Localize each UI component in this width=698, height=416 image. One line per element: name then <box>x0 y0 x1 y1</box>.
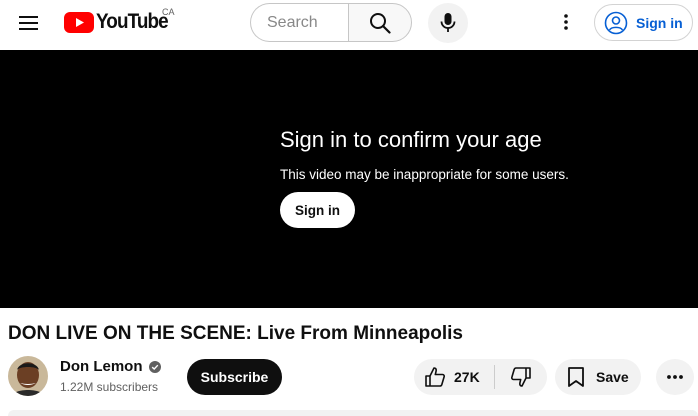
channel-name-text: Don Lemon <box>60 358 143 375</box>
description-box[interactable] <box>8 410 698 416</box>
more-actions-button[interactable] <box>656 359 694 395</box>
save-icon <box>568 367 584 387</box>
search-input[interactable] <box>267 13 347 32</box>
like-count: 27K <box>454 369 480 385</box>
account-icon <box>604 11 628 34</box>
like-button[interactable]: 27K <box>414 359 494 395</box>
header-signin-label: Sign in <box>636 14 683 31</box>
search-box[interactable] <box>250 3 349 42</box>
mic-icon <box>440 13 456 32</box>
video-title: DON LIVE ON THE SCENE: Live From Minneap… <box>8 323 463 344</box>
like-dislike-group: 27K <box>414 359 547 395</box>
top-bar: YouTube CA Sign in <box>0 0 698 50</box>
voice-search-button[interactable] <box>428 3 468 43</box>
search-button[interactable] <box>348 3 412 42</box>
age-gate-signin-button[interactable]: Sign in <box>280 192 355 228</box>
search-icon <box>370 12 391 34</box>
logo-text: YouTube <box>96 10 169 33</box>
settings-menu-button[interactable] <box>552 7 580 37</box>
subscriber-count: 1.22M subscribers <box>60 380 159 394</box>
thumbs-up-icon <box>425 367 446 387</box>
subscribe-button[interactable]: Subscribe <box>187 359 282 395</box>
video-player[interactable]: Sign in to confirm your age This video m… <box>0 50 698 308</box>
header-signin-button[interactable]: Sign in <box>594 4 693 41</box>
youtube-logo[interactable]: YouTube <box>64 10 176 34</box>
verified-icon <box>148 360 161 373</box>
region-code: CA <box>162 7 175 17</box>
youtube-logo-icon <box>64 11 94 33</box>
channel-avatar[interactable] <box>8 356 48 396</box>
dislike-button[interactable] <box>495 359 547 395</box>
menu-icon <box>19 16 38 30</box>
thumbs-down-icon <box>510 367 531 387</box>
age-gate-subtitle: This video may be inappropriate for some… <box>280 167 569 182</box>
channel-name[interactable]: Don Lemon <box>60 358 161 375</box>
more-vert-icon <box>564 14 568 30</box>
age-gate-title: Sign in to confirm your age <box>280 127 542 152</box>
menu-button[interactable] <box>12 6 46 40</box>
save-button[interactable]: Save <box>555 359 641 395</box>
save-label: Save <box>596 369 629 385</box>
more-horiz-icon <box>667 375 683 379</box>
